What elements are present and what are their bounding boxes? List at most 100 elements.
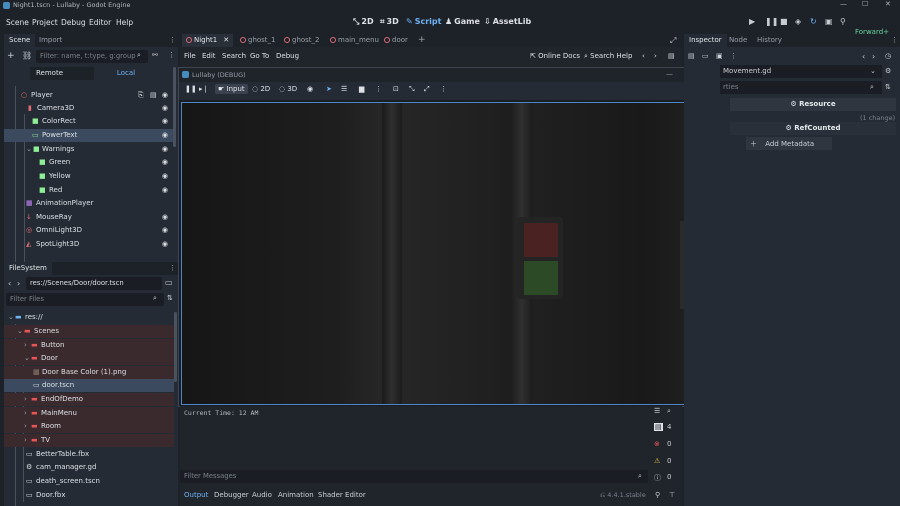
tab-output[interactable]: Output <box>184 491 208 499</box>
back-icon[interactable]: ‹ <box>8 279 11 288</box>
close-window-button[interactable]: ✕ <box>885 0 891 8</box>
tab-main-menu[interactable]: main_menu <box>326 34 383 47</box>
add-node-icon[interactable]: + <box>7 51 15 61</box>
menu-project[interactable]: Project <box>32 18 58 27</box>
more-options-icon[interactable]: ⋮ <box>375 85 382 93</box>
tree-node-powertext[interactable]: ▭ PowerText ◉ <box>4 129 176 142</box>
tree-node-yellow[interactable]: ■ Yellow ◉ <box>4 170 176 183</box>
link-icon[interactable]: ⛓ <box>22 51 32 60</box>
dock-menu-icon[interactable]: ⋮ <box>891 36 898 44</box>
workspace-assetlib-button[interactable]: ⇩ AssetLib <box>484 17 531 26</box>
next-frame-icon[interactable]: ▸❘ <box>199 85 208 93</box>
expand-arrow-icon[interactable]: ⌄ <box>24 354 30 362</box>
tab-night1[interactable]: Night1 ✕ <box>182 34 234 47</box>
minimize-button[interactable]: — <box>840 0 847 8</box>
collapse-arrow-icon[interactable]: › <box>24 409 27 417</box>
camera-override-icon[interactable]: ▆ <box>359 85 364 93</box>
add-metadata-button[interactable]: ＋ Add Metadata <box>746 137 832 150</box>
menu-icon[interactable]: ⋮ <box>440 85 447 93</box>
instance-icon[interactable]: ⎘ <box>138 91 144 100</box>
tree-node-player[interactable]: ○ Player ⎘ ▤ ◉ <box>4 89 176 102</box>
scene-scrollbar[interactable] <box>173 67 176 147</box>
editor-message-icon[interactable]: ⓘ <box>654 473 661 483</box>
tab-audio[interactable]: Audio <box>252 491 272 499</box>
remote-debug-icon[interactable]: ◈ <box>795 17 801 26</box>
tab-history[interactable]: History <box>752 34 787 47</box>
tree-node-spotlight3d[interactable]: ◭ SpotLight3D ◉ <box>4 238 176 251</box>
section-resource[interactable]: ⚙ Resource <box>730 98 896 111</box>
tree-node-colorrect[interactable]: ■ ColorRect ◉ <box>4 115 176 128</box>
output-filter-input[interactable]: Filter Messages <box>180 470 648 483</box>
tab-animation[interactable]: Animation <box>278 491 314 499</box>
fs-item-cam-manager[interactable]: ⚙ cam_manager.gd <box>4 461 174 474</box>
message-icon[interactable]: ▤ <box>654 423 663 431</box>
fs-scrollbar[interactable] <box>174 312 177 382</box>
script-menu-edit[interactable]: Edit <box>202 52 216 60</box>
fs-item-room[interactable]: › ▬ Room <box>4 420 174 433</box>
fs-item-button[interactable]: › ▬ Button <box>4 339 174 352</box>
tree-node-mouseray[interactable]: ↓ MouseRay ◉ <box>4 211 176 224</box>
tab-shader-editor[interactable]: Shader Editor <box>318 491 366 499</box>
expand-arrow-icon[interactable]: ⌄ <box>26 145 32 153</box>
visibility-eye-icon[interactable]: ◉ <box>162 91 168 99</box>
visibility-eye-icon[interactable]: ◉ <box>162 226 168 234</box>
tab-ghost1[interactable]: ghost_1 <box>236 34 280 47</box>
fs-item-bettertable[interactable]: ▭ BetterTable.fbx <box>4 448 174 461</box>
history-icon[interactable]: ◷ <box>885 52 891 60</box>
workspace-3d-button[interactable]: ⌗ 3D <box>380 17 399 27</box>
load-resource-icon[interactable]: ▭ <box>702 52 709 60</box>
tree-node-red[interactable]: ■ Red ◉ <box>4 184 176 197</box>
fs-item-door-fbx[interactable]: ▭ Door.fbx <box>4 489 174 502</box>
tab-node[interactable]: Node <box>724 34 752 47</box>
script-menu-goto[interactable]: Go To <box>250 52 269 60</box>
reload-icon[interactable]: ↻ <box>810 17 817 26</box>
visibility-eye-icon[interactable]: ◉ <box>162 213 168 221</box>
visibility-eye-icon[interactable]: ◉ <box>162 117 168 125</box>
tree-node-animationplayer[interactable]: ▦ AnimationPlayer <box>4 197 176 210</box>
tree-node-green[interactable]: ■ Green ◉ <box>4 156 176 169</box>
error-icon[interactable]: ⊗ <box>654 440 660 448</box>
input-mode-button[interactable]: ☛ Input <box>215 84 248 94</box>
game-viewport[interactable] <box>181 102 720 405</box>
visibility-eye-icon[interactable]: ◉ <box>162 104 168 112</box>
script-attached-icon[interactable]: ▤ <box>150 91 157 99</box>
list-select-icon[interactable]: ☰ <box>341 85 347 93</box>
fs-filter-input[interactable]: Filter Files <box>6 293 164 306</box>
tab-scene[interactable]: Scene <box>4 34 36 47</box>
back-icon[interactable]: ‹ <box>862 52 865 61</box>
visibility-eye-icon[interactable]: ◉ <box>162 145 168 153</box>
menu-editor[interactable]: Editor <box>89 18 111 27</box>
save-resource-icon[interactable]: ▣ <box>716 52 723 60</box>
tab-debugger[interactable]: Debugger <box>214 491 249 499</box>
pin-icon[interactable]: ⚲ <box>655 491 660 499</box>
stretch-icon[interactable]: ⤡ <box>409 85 415 94</box>
menu-debug[interactable]: Debug <box>61 18 86 27</box>
scene-menu-icon[interactable]: ⋮ <box>168 51 175 59</box>
filter-options-icon[interactable]: ⚯ <box>152 51 158 59</box>
split-view-icon[interactable]: ▭ <box>165 278 173 287</box>
expand-panel-icon[interactable]: ⊤ <box>669 491 675 499</box>
dock-menu-icon[interactable]: ⋮ <box>169 36 176 44</box>
dock-menu-icon[interactable]: ⋮ <box>169 264 176 272</box>
next-script-icon[interactable]: › <box>654 52 657 60</box>
local-button[interactable]: Local <box>94 67 158 80</box>
visibility-eye-icon[interactable]: ◉ <box>162 240 168 248</box>
tab-ghost2[interactable]: ghost_2 <box>280 34 324 47</box>
play-scene-icon[interactable]: ⚲ <box>840 17 846 26</box>
fs-item-res[interactable]: ⌄ ▬ res:// <box>4 311 174 324</box>
fs-item-door-tscn[interactable]: ▭ door.tscn <box>4 379 174 392</box>
prev-script-icon[interactable]: ‹ <box>642 52 645 60</box>
fs-path-input[interactable]: res://Scenes/Door/door.tscn <box>26 277 162 290</box>
workspace-game-button[interactable]: ♟ Game <box>445 17 480 26</box>
minimize-button[interactable]: — <box>666 70 673 78</box>
scene-filter-input[interactable]: Filter: name, t:type, g:group <box>36 50 148 63</box>
toggle-panel-icon[interactable]: ▤ <box>668 52 675 60</box>
script-menu-debug[interactable]: Debug <box>276 52 299 60</box>
forward-icon[interactable]: › <box>872 52 875 61</box>
visibility-eye-icon[interactable]: ◉ <box>162 131 168 139</box>
movie-maker-icon[interactable]: ▣ <box>825 17 833 26</box>
new-resource-icon[interactable]: ▤ <box>688 52 695 60</box>
tab-filesystem[interactable]: FileSystem <box>4 262 52 275</box>
tree-node-warnings[interactable]: ⌄ ■ Warnings ◉ <box>4 143 176 156</box>
mode-3d-button[interactable]: ◌ 3D <box>279 85 297 93</box>
